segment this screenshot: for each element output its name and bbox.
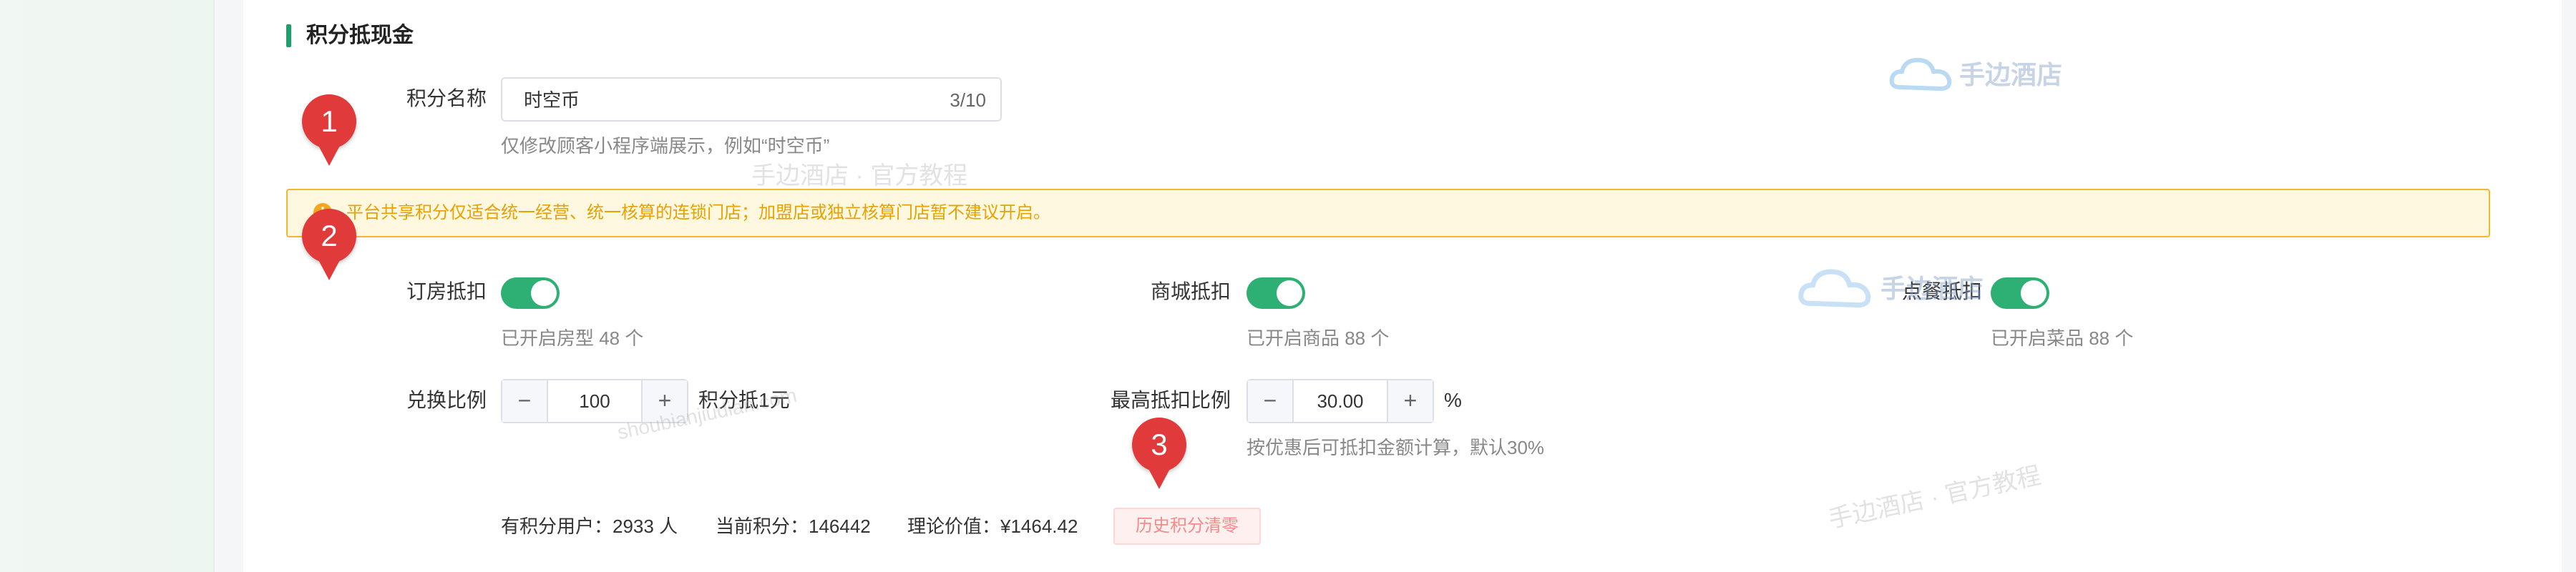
brand-watermark-text: 手边酒店 [1959,60,2063,89]
dining-deduct-toggle[interactable] [1991,277,2049,309]
exchange-increment-button[interactable]: + [641,380,687,422]
mall-deduct-label: 商城抵扣 [1150,280,1231,302]
exchange-ratio-label: 兑换比例 [406,389,487,411]
annotation-marker-2: 2 [302,209,356,287]
room-deduct-toggle[interactable] [501,277,560,309]
section-accent-bar [286,24,291,47]
marker-number: 3 [1132,418,1186,472]
marker-tip [316,256,342,280]
exchange-decrement-button[interactable]: − [502,380,548,422]
cloud-logo-icon [1798,269,1871,308]
room-deduct-label: 订房抵扣 [406,280,487,302]
points-name-label: 积分名称 [406,87,487,109]
dining-deduct-hint: 已开启菜品 88 个 [1991,327,2134,349]
toggle-knob [1277,280,1302,306]
marker-number: 1 [302,94,356,149]
toggle-knob [531,280,557,306]
marker-tip [1146,465,1172,489]
max-deduct-decrement-button[interactable]: − [1248,380,1294,422]
mall-deduct-toggle[interactable] [1246,277,1305,309]
annotation-marker-3: 3 [1132,418,1186,496]
points-name-char-count: 3/10 [950,89,986,111]
max-deduct-input[interactable]: 30.00 [1294,380,1387,422]
left-sidebar-strip [0,0,215,572]
mall-deduct-hint: 已开启商品 88 个 [1246,327,1390,349]
brand-watermark-text: 手边酒店 [1880,274,1984,303]
brand-watermark-middle: 手边酒店 [1796,262,1984,312]
brand-watermark-top: 手边酒店 [1889,51,2062,94]
clear-history-points-button[interactable]: 历史积分清零 [1113,508,1261,545]
max-deduct-label: 最高抵扣比例 [1110,389,1231,411]
max-deduct-increment-button[interactable]: + [1387,380,1433,422]
cloud-logo-icon [1889,57,1952,92]
warning-text: 平台共享积分仅适合统一经营、统一核算的连锁门店；加盟店或独立核算门店暂不建议开启… [346,203,1050,222]
marker-tip [316,142,342,166]
points-name-value: 时空币 [524,89,580,111]
max-deduct-suffix: % [1444,389,1462,411]
room-deduct-hint: 已开启房型 48 个 [501,327,644,349]
exchange-ratio-stepper: − 100 + [501,379,688,423]
max-deduct-hint: 按优惠后可抵扣金额计算，默认30% [1246,437,1545,458]
exchange-ratio-suffix: 积分抵1元 [698,389,790,411]
toggle-knob [2021,280,2046,306]
stats-users: 有积分用户：2933 人 [501,516,678,537]
stats-theoretical-value: 理论价值：¥1464.42 [907,516,1078,537]
marker-number: 2 [302,209,356,263]
section-title: 积分抵现金 [306,24,414,47]
exchange-ratio-input[interactable]: 100 [548,380,641,422]
warning-banner: ! 平台共享积分仅适合统一经营、统一核算的连锁门店；加盟店或独立核算门店暂不建议… [286,189,2490,237]
points-name-hint: 仅修改顾客小程序端展示，例如“时空币” [501,135,830,157]
max-deduct-stepper: − 30.00 + [1246,379,1434,423]
annotation-marker-1: 1 [302,94,356,173]
points-name-input[interactable]: 时空币 3/10 [501,77,1002,122]
stats-current-points: 当前积分：146442 [716,516,871,537]
